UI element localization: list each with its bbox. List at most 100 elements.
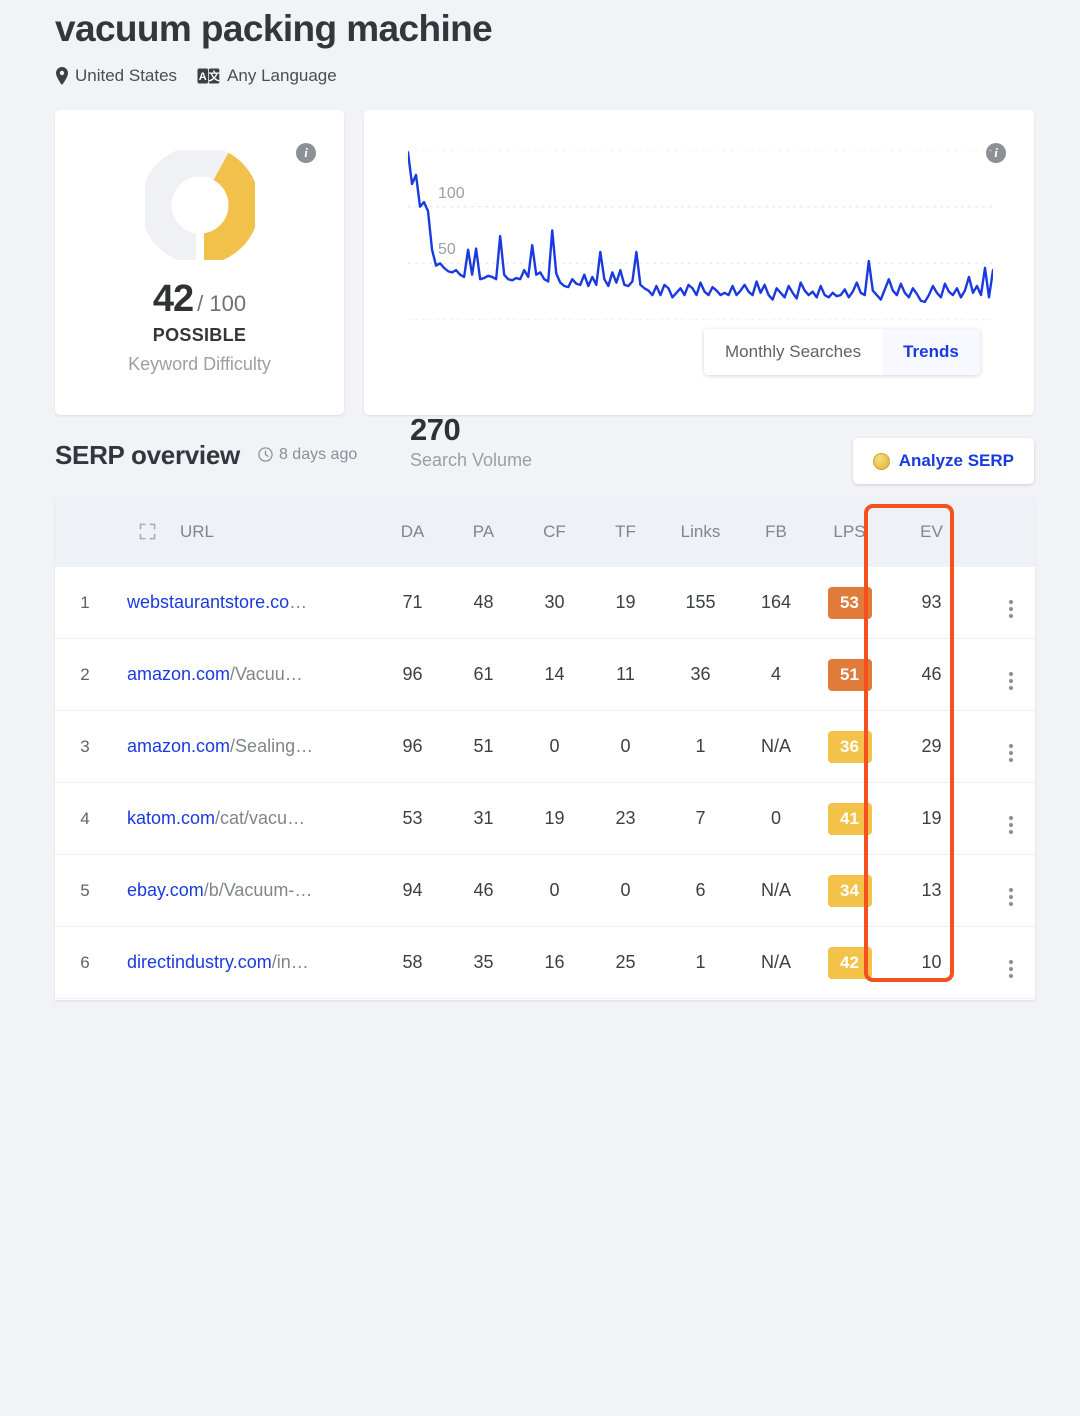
cell-url: katom.com/cat/vacu… [115, 782, 377, 855]
tab-trends[interactable]: Trends [882, 329, 980, 375]
cell-links: 6 [661, 854, 740, 927]
cell-tf: 25 [590, 926, 661, 999]
analyze-serp-label: Analyze SERP [898, 451, 1014, 470]
serp-age-label: 8 days ago [278, 445, 358, 463]
keyword-difficulty-verdict: POSSIBLE [152, 325, 247, 345]
url-path[interactable]: /Sealing… [230, 736, 313, 756]
cell-tf: 19 [590, 567, 661, 639]
table-row[interactable]: 3 amazon.com/Sealing… 96 51 0 0 1 N/A 36 29 [55, 710, 1035, 783]
table-row[interactable]: 2 amazon.com/Vacuu… 96 61 14 11 36 4 51 46 [55, 638, 1035, 711]
translate-icon: A 文 [197, 68, 220, 84]
url-domain[interactable]: ebay.com [127, 880, 204, 900]
url-domain[interactable]: directindustry.com [127, 952, 272, 972]
search-volume-label: Search Volume [410, 450, 533, 470]
url-domain[interactable]: webstaurantstore.co [127, 592, 289, 612]
y-axis-tick: 100 [438, 184, 465, 202]
cell-cf: 30 [519, 567, 590, 639]
tab-monthly-searches[interactable]: Monthly Searches [704, 329, 883, 375]
search-volume-value: 270 [410, 412, 461, 447]
cell-pa: 61 [448, 638, 519, 711]
cell-fb: N/A [740, 710, 812, 783]
lps-badge: 34 [827, 874, 872, 907]
more-vertical-icon[interactable] [1009, 815, 1013, 834]
result-url[interactable]: directindustry.com/in… [127, 952, 342, 973]
result-url[interactable]: webstaurantstore.co… [127, 592, 342, 613]
cell-links: 1 [661, 710, 740, 783]
svg-text:A: A [199, 71, 207, 83]
cell-url: webstaurantstore.co… [115, 567, 377, 639]
y-axis-tick: 50 [438, 241, 456, 259]
th-cf[interactable]: CF [519, 496, 590, 567]
cell-pa: 51 [448, 710, 519, 783]
cell-lps: 34 [812, 854, 887, 927]
coin-icon [872, 452, 890, 470]
result-url[interactable]: ebay.com/b/Vacuum-… [127, 880, 342, 901]
result-url[interactable]: amazon.com/Vacuu… [127, 664, 342, 685]
cell-lps: 41 [812, 782, 887, 855]
cell-da: 53 [377, 782, 448, 855]
cell-fb: 4 [740, 638, 812, 711]
more-vertical-icon[interactable] [1009, 743, 1013, 762]
lps-badge: 42 [827, 946, 872, 979]
cell-tf: 11 [590, 638, 661, 711]
location-label: United States [75, 66, 178, 85]
more-vertical-icon[interactable] [1009, 671, 1013, 690]
th-tf[interactable]: TF [590, 496, 661, 567]
table-row[interactable]: 4 katom.com/cat/vacu… 53 31 19 23 7 0 41 19 [55, 782, 1035, 855]
cell-ev: 93 [887, 567, 976, 639]
url-path[interactable]: /cat/vacu… [215, 808, 305, 828]
cell-pa: 48 [448, 567, 519, 639]
url-path[interactable]: /b/Vacuum-… [204, 880, 313, 900]
url-path[interactable]: /Vacuu… [230, 664, 303, 684]
th-da[interactable]: DA [377, 496, 448, 567]
th-pa[interactable]: PA [448, 496, 519, 567]
table-row[interactable]: 5 ebay.com/b/Vacuum-… 94 46 0 0 6 N/A 34 13 [55, 854, 1035, 927]
analyze-serp-button[interactable]: Analyze SERP [852, 438, 1034, 484]
th-fb[interactable]: FB [740, 496, 812, 567]
cell-lps: 42 [812, 926, 887, 999]
cell-ev: 13 [887, 854, 976, 927]
cell-tf: 23 [590, 782, 661, 855]
table-row[interactable]: 6 directindustry.com/in… 58 35 16 25 1 N/A 42 10 [55, 926, 1035, 999]
cell-links: 1 [661, 926, 740, 999]
th-lps[interactable]: LPS [812, 496, 887, 567]
cell-cf: 0 [519, 854, 590, 927]
th-url-label: URL [180, 521, 215, 541]
keyword-difficulty-score: 42 [152, 278, 194, 320]
lps-badge: 36 [827, 730, 872, 763]
result-url[interactable]: katom.com/cat/vacu… [127, 808, 342, 829]
cell-cf: 14 [519, 638, 590, 711]
cell-lps: 36 [812, 710, 887, 783]
cell-rank: 4 [55, 782, 115, 855]
keyword-difficulty-card: i 42/ 100 POSSIBLE Keyword Difficulty [55, 110, 344, 415]
cell-rank: 5 [55, 854, 115, 927]
th-ev[interactable]: EV [887, 496, 976, 567]
result-url[interactable]: amazon.com/Sealing… [127, 736, 342, 757]
table-header-row: URL DA PA CF TF Links FB LPS EV [55, 496, 1035, 567]
url-domain[interactable]: amazon.com [127, 664, 230, 684]
th-links[interactable]: Links [661, 496, 740, 567]
table-scrollbar-track[interactable] [1019, 556, 1031, 1000]
location-meta: United States [55, 66, 177, 86]
keyword-difficulty-denominator: / 100 [197, 291, 247, 316]
url-path[interactable]: … [289, 592, 307, 612]
url-domain[interactable]: amazon.com [127, 736, 230, 756]
cell-links: 155 [661, 567, 740, 639]
cell-ev: 29 [887, 710, 976, 783]
cell-links: 7 [661, 782, 740, 855]
language-meta: A 文 Any Language [197, 66, 337, 86]
serp-results-table: URL DA PA CF TF Links FB LPS EV 1 webstau… [55, 496, 1035, 999]
cell-fb: N/A [740, 926, 812, 999]
cell-ev: 10 [887, 926, 976, 999]
url-path[interactable]: /in… [272, 952, 309, 972]
more-vertical-icon[interactable] [1009, 887, 1013, 906]
serp-age: 8 days ago [258, 446, 357, 464]
lps-badge: 51 [827, 658, 872, 691]
serp-results-table-card: URL DA PA CF TF Links FB LPS EV 1 webstau… [55, 496, 1035, 1000]
cell-da: 96 [377, 710, 448, 783]
table-row[interactable]: 1 webstaurantstore.co… 71 48 30 19 155 164 53 93 [55, 567, 1035, 639]
more-vertical-icon[interactable] [1009, 959, 1013, 978]
url-domain[interactable]: katom.com [127, 808, 215, 828]
expand-icon[interactable] [139, 523, 156, 540]
more-vertical-icon[interactable] [1009, 599, 1013, 618]
